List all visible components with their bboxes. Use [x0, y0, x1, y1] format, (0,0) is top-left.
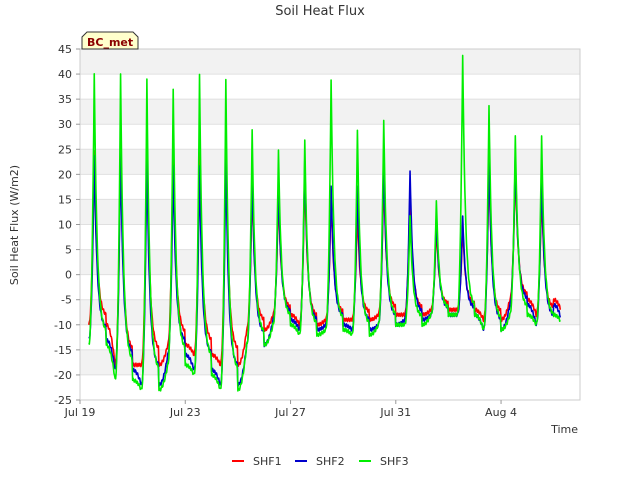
x-tick-label: Jul 19 [64, 406, 96, 419]
y-tick-label: 15 [58, 193, 72, 206]
x-tick-label: Jul 23 [169, 406, 201, 419]
y-tick-label: -10 [54, 319, 72, 332]
y-tick-label: 5 [65, 244, 72, 257]
y-axis-label: Soil Heat Flux (W/m2) [8, 165, 21, 285]
x-axis-ticks: Jul 19 Jul 23 Jul 27 Jul 31 Aug 4 [64, 400, 517, 419]
legend-label-shf1: SHF1 [253, 455, 282, 468]
grid-band [80, 274, 580, 300]
y-tick-label: 0 [65, 269, 72, 282]
y-tick-label: 25 [58, 143, 72, 156]
y-tick-label: -20 [54, 369, 72, 382]
site-label-text: BC_met [87, 36, 133, 49]
soil-heat-flux-chart: -25-20-15-10-5051015202530354045 Jul 19 J… [8, 4, 581, 468]
site-label-badge: BC_met [81, 31, 139, 50]
legend-label-shf2: SHF2 [316, 455, 345, 468]
legend: SHF1 SHF2 SHF3 [232, 455, 409, 468]
legend-label-shf3: SHF3 [380, 455, 409, 468]
y-tick-label: -15 [54, 344, 72, 357]
y-axis-ticks: -25-20-15-10-5051015202530354045 [54, 43, 80, 407]
y-tick-label: -5 [61, 294, 72, 307]
y-tick-label: 45 [58, 43, 72, 56]
grid-band [80, 49, 580, 75]
y-tick-label: 10 [58, 219, 72, 232]
y-tick-label: 40 [58, 68, 72, 81]
chart-title: Soil Heat Flux [275, 4, 365, 19]
grid-band [80, 374, 580, 400]
x-tick-label: Jul 31 [379, 406, 411, 419]
y-tick-label: 35 [58, 93, 72, 106]
y-tick-label: 20 [58, 168, 72, 181]
grid-band [80, 299, 580, 325]
grid-band [80, 74, 580, 100]
x-tick-label: Jul 27 [274, 406, 306, 419]
x-tick-label: Aug 4 [485, 406, 517, 419]
y-tick-label: 30 [58, 118, 72, 131]
x-axis-label: Time [550, 423, 578, 436]
